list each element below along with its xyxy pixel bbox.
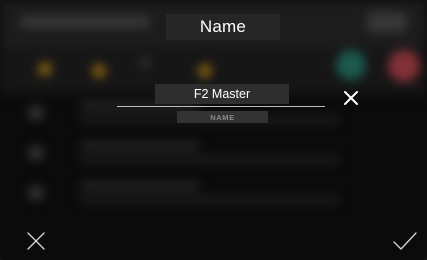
- dialog-title: Name: [166, 14, 280, 40]
- cancel-button[interactable]: [22, 228, 50, 254]
- close-icon: [344, 91, 358, 105]
- screen: Name F2 Master NAME: [0, 0, 427, 260]
- name-input[interactable]: F2 Master: [155, 84, 289, 104]
- confirm-button[interactable]: [390, 228, 420, 254]
- checkmark-icon: [393, 232, 417, 250]
- input-underline: [117, 106, 325, 107]
- name-field-label: NAME: [177, 111, 268, 123]
- clear-input-button[interactable]: [340, 87, 362, 109]
- close-icon: [27, 232, 45, 250]
